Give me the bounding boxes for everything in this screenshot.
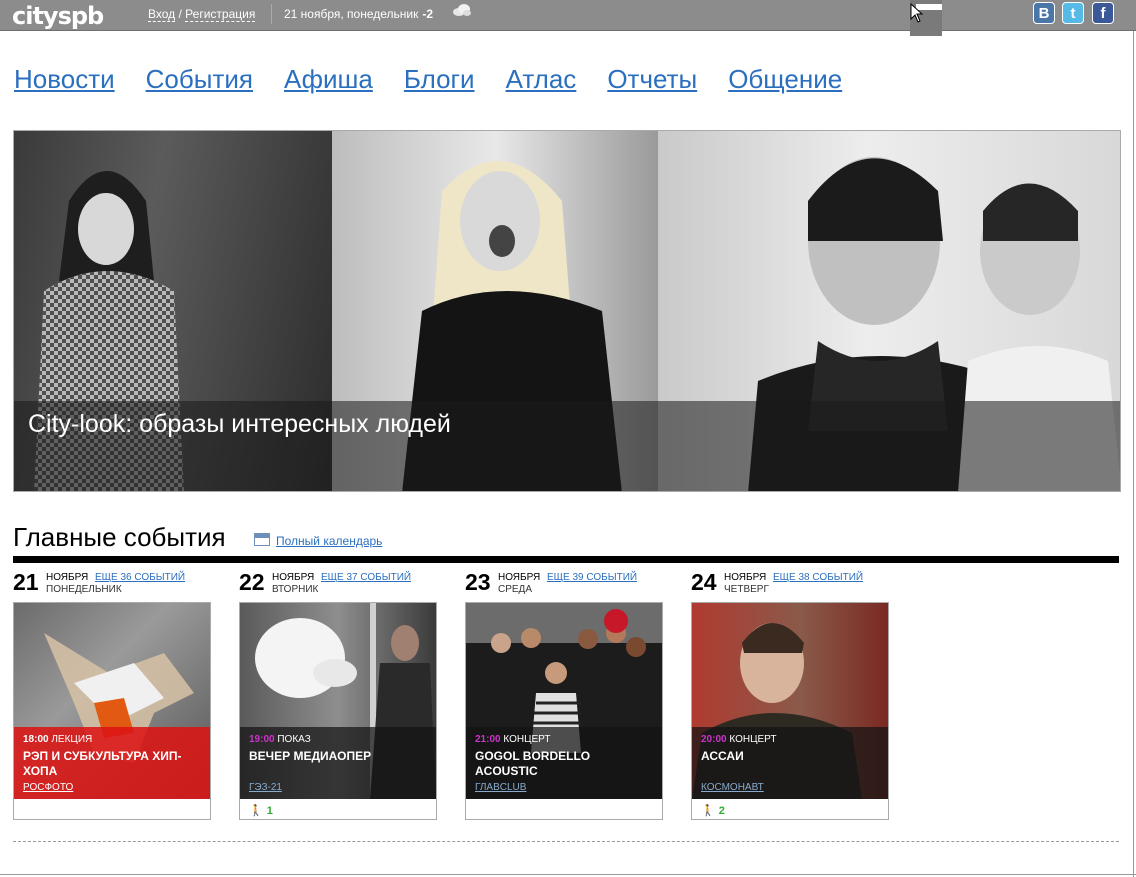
event-card[interactable]: 19:00 показ Вечер медиаопер ГЭЗ-21 🚶 1 (239, 602, 437, 820)
event-venue-link[interactable]: Космонавт (701, 782, 764, 793)
event-card[interactable]: 21:00 концерт Gogol Bordello Acoustic Гл… (465, 602, 663, 820)
day-number: 24 (691, 569, 717, 595)
event-card[interactable]: 20:00 концерт Ассаи Космонавт 🚶 2 (691, 602, 889, 820)
nav-news[interactable]: Новости (14, 64, 115, 95)
event-title[interactable]: Ассаи (701, 749, 881, 764)
vk-icon[interactable]: B (1033, 2, 1055, 24)
attendee-count: 🚶 2 (701, 805, 725, 817)
window-bottom-edge (0, 874, 1136, 875)
nav-afisha[interactable]: Афиша (284, 64, 373, 95)
section-rule (13, 556, 1119, 563)
section-divider (13, 841, 1119, 842)
more-events-link[interactable]: еще 37 событий (321, 572, 411, 583)
walking-person-icon: 🚶 (249, 805, 263, 817)
top-bar: cityspb Вход / Регистрация 21 ноября, по… (0, 0, 1136, 31)
event-time: 20:00 концерт (701, 734, 777, 745)
event-card[interactable]: 18:00 лекция Рэп и субкультура хип-хопа … (13, 602, 211, 820)
day-number: 23 (465, 569, 491, 595)
facebook-icon[interactable]: f (1092, 2, 1114, 24)
mouse-cursor-icon (910, 2, 924, 28)
full-calendar-link[interactable]: Полный календарь (276, 534, 382, 548)
main-nav: Новости События Афиша Блоги Атлас Отчеты… (14, 64, 842, 95)
event-title[interactable]: Вечер медиаопер (249, 749, 429, 764)
window-edge (1133, 31, 1134, 877)
more-events-link[interactable]: еще 36 событий (95, 572, 185, 583)
day-weekday: понедельник (46, 584, 122, 595)
nav-blogs[interactable]: Блоги (404, 64, 475, 95)
nav-community[interactable]: Общение (728, 64, 842, 95)
event-venue-link[interactable]: ГЭЗ-21 (249, 782, 282, 793)
nav-events[interactable]: События (146, 64, 253, 95)
login-link[interactable]: Вход (148, 7, 176, 22)
attendee-count: 🚶 1 (249, 805, 273, 817)
register-link[interactable]: Регистрация (185, 7, 256, 22)
walking-person-icon: 🚶 (701, 805, 715, 817)
auth-links: Вход / Регистрация (148, 7, 256, 22)
topbar-divider (271, 4, 272, 24)
day-number: 21 (13, 569, 39, 595)
event-title[interactable]: Gogol Bordello Acoustic (475, 749, 655, 779)
day-month: ноября (46, 572, 89, 583)
event-time: 19:00 показ (249, 734, 311, 745)
event-time: 21:00 концерт (475, 734, 551, 745)
day-month: ноября (498, 572, 541, 583)
event-title[interactable]: Рэп и субкультура хип-хопа (23, 749, 203, 779)
event-venue-link[interactable]: Росфото (23, 782, 73, 793)
current-date: 21 ноября, понедельник -2 (284, 7, 433, 21)
nav-reports[interactable]: Отчеты (607, 64, 697, 95)
more-events-link[interactable]: еще 38 событий (773, 572, 863, 583)
day-weekday: вторник (272, 584, 319, 595)
cloud-icon (452, 3, 472, 22)
day-weekday: четверг (724, 584, 769, 595)
events-section-title: Главные события (13, 522, 226, 552)
twitter-icon[interactable]: t (1062, 2, 1084, 24)
day-weekday: среда (498, 584, 533, 595)
calendar-icon (254, 533, 270, 546)
hero-caption[interactable]: City-look: образы интересных людей (28, 410, 451, 439)
hero-banner[interactable]: City-look: образы интересных людей (13, 130, 1121, 492)
site-logo[interactable]: cityspb (12, 2, 104, 30)
auth-separator: / (175, 7, 186, 21)
day-number: 22 (239, 569, 265, 595)
day-month: ноября (272, 572, 315, 583)
nav-atlas[interactable]: Атлас (506, 64, 577, 95)
more-events-link[interactable]: еще 39 событий (547, 572, 637, 583)
temperature: -2 (422, 7, 434, 21)
event-venue-link[interactable]: ГлавClub (475, 782, 526, 793)
day-month: ноября (724, 572, 767, 583)
event-time: 18:00 лекция (23, 734, 93, 745)
date-text: 21 ноября, понедельник (284, 7, 419, 21)
